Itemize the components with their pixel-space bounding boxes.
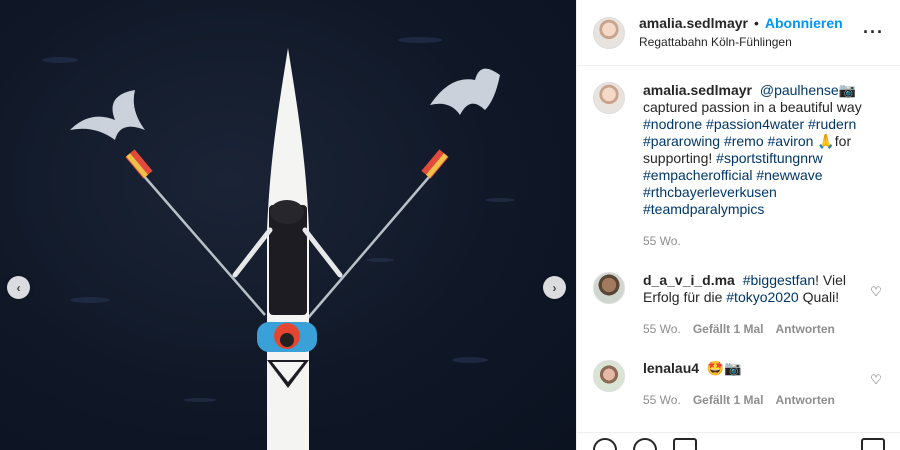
comment-likes[interactable]: Gefällt 1 Mal <box>693 392 764 409</box>
comment-text: 🤩📷 <box>706 360 742 376</box>
post-side-panel: amalia.sedlmayr • Abonnieren Regattabahn… <box>576 0 900 450</box>
commenter-username[interactable]: d_a_v_i_d.ma <box>643 272 735 288</box>
reply-button[interactable]: Antworten <box>776 392 835 409</box>
author-avatar[interactable] <box>593 16 625 49</box>
commenter-avatar[interactable] <box>593 272 625 304</box>
save-icon[interactable] <box>861 438 885 450</box>
commenter-username[interactable]: lenalau4 <box>643 360 699 376</box>
heart-icon[interactable]: ♡ <box>868 372 884 388</box>
caption-time[interactable]: 55 Wo. <box>643 233 681 250</box>
comment-icon[interactable] <box>633 438 657 450</box>
camera-emoji: 📷 <box>838 82 857 98</box>
commenter-avatar[interactable] <box>593 360 625 392</box>
chevron-left-icon: ‹ <box>16 280 21 295</box>
post-caption: amalia.sedlmayr @paulhense📷 captured pas… <box>593 82 884 250</box>
separator-dot: • <box>753 15 759 32</box>
comment-item: d_a_v_i_d.ma #biggestfan! Viel Erfolg fü… <box>593 272 884 338</box>
chevron-right-icon: › <box>552 280 557 295</box>
share-icon[interactable] <box>673 438 697 450</box>
location-link[interactable]: Regattabahn Köln-Fühlingen <box>639 35 855 50</box>
comment-time[interactable]: 55 Wo. <box>643 392 681 409</box>
hashtag-link[interactable]: #biggestfan <box>743 272 815 288</box>
carousel-next-button[interactable]: › <box>543 276 566 299</box>
caption-meta: 55 Wo. <box>643 233 884 250</box>
comment-item: lenalau4 🤩📷 55 Wo. Gefällt 1 Mal Antwort… <box>593 360 884 409</box>
caption-avatar[interactable] <box>593 82 625 114</box>
post-photo[interactable]: ‹ › <box>0 0 576 450</box>
more-horizontal-icon[interactable]: ··· <box>863 22 884 43</box>
action-bar <box>577 432 900 450</box>
rowing-boat-image <box>42 37 515 450</box>
author-username[interactable]: amalia.sedlmayr <box>639 15 748 33</box>
caption-text: captured passion in a beautiful way <box>643 99 862 115</box>
like-icon[interactable] <box>593 438 617 450</box>
hashtag-link-2[interactable]: #tokyo2020 <box>726 289 798 305</box>
heart-icon[interactable]: ♡ <box>868 284 884 300</box>
caption-username[interactable]: amalia.sedlmayr <box>643 82 752 98</box>
follow-button[interactable]: Abonnieren <box>765 15 843 33</box>
carousel-prev-button[interactable]: ‹ <box>7 276 30 299</box>
comment-meta: 55 Wo. Gefällt 1 Mal Antworten <box>643 321 860 338</box>
mention-link[interactable]: @paulhense <box>760 82 839 98</box>
reply-button[interactable]: Antworten <box>776 321 835 338</box>
comment-text-2: Quali! <box>802 289 840 305</box>
comment-time[interactable]: 55 Wo. <box>643 321 681 338</box>
comment-likes[interactable]: Gefällt 1 Mal <box>693 321 764 338</box>
post-header: amalia.sedlmayr • Abonnieren Regattabahn… <box>577 0 900 66</box>
comments-list: amalia.sedlmayr @paulhense📷 captured pas… <box>577 66 900 409</box>
comment-meta: 55 Wo. Gefällt 1 Mal Antworten <box>643 392 860 409</box>
pray-emoji: 🙏 <box>817 133 835 149</box>
instagram-post-modal: ‹ › amalia.sedlmayr • Abonnieren Regatta… <box>0 0 900 450</box>
